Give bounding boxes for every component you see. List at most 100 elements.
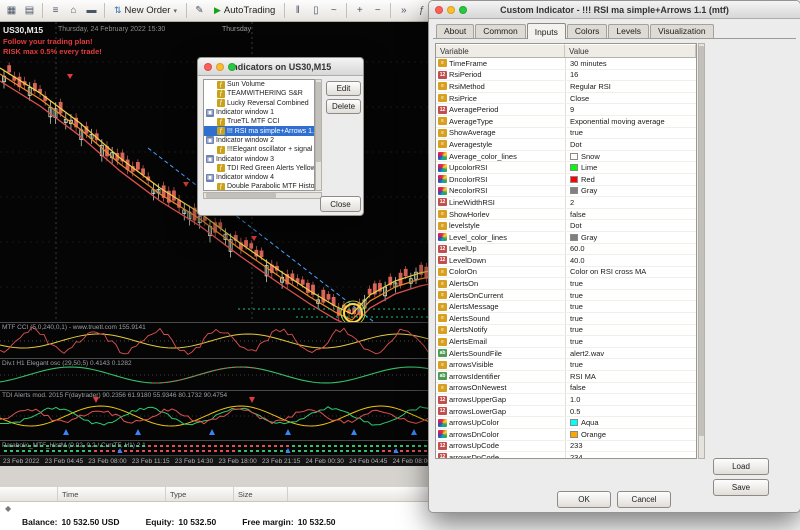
param-value[interactable]: 1.0 [566, 395, 696, 404]
tab-about[interactable]: About [436, 24, 474, 38]
param-value[interactable]: Dot [566, 140, 696, 149]
param-value[interactable]: Orange [566, 430, 696, 439]
param-value[interactable]: Exponential moving average [566, 117, 696, 126]
param-row-rsimethod[interactable]: ≡RsiMethodRegular RSI [436, 81, 696, 93]
indicator-item[interactable]: ▣Indicator window 3 [204, 154, 314, 163]
param-row-alertsoncurrent[interactable]: ≡AlertsOnCurrenttrue [436, 290, 696, 302]
indicator-item[interactable]: ƒTrueTL MTF CCI [204, 117, 314, 126]
column-header-value[interactable]: Value [565, 44, 696, 57]
indicator-item[interactable]: ▣Indicator window 4 [204, 173, 314, 182]
param-value[interactable]: true [566, 128, 696, 137]
param-row-levelstyle[interactable]: ≡levelstyleDot [436, 220, 696, 232]
indicator-item[interactable]: ƒLucky Reversal Combined [204, 99, 314, 108]
param-row-arrowsvisible[interactable]: ≡arrowsVisibletrue [436, 359, 696, 371]
param-row-showaverage[interactable]: ≡ShowAveragetrue [436, 128, 696, 140]
param-value[interactable]: 9 [566, 105, 696, 114]
properties-dialog-titlebar[interactable]: Custom Indicator - !!! RSI ma simple+Arr… [429, 1, 800, 19]
bar-chart-icon[interactable]: ‖ [289, 2, 306, 19]
terminal-column-Size[interactable]: Size [234, 487, 288, 501]
param-row-averagetype[interactable]: ≡AverageTypeExponential moving average [436, 116, 696, 128]
cci-indicator-pane[interactable]: MTF CCI (5,0,240,0,1) - www.truetl.com 1… [0, 322, 434, 358]
param-value[interactable]: Aqua [566, 418, 696, 427]
tab-levels[interactable]: Levels [608, 24, 649, 38]
metaeditor-icon[interactable]: ✎ [191, 2, 208, 19]
navigator-icon[interactable]: ⌂ [65, 2, 82, 19]
param-value[interactable]: Red [566, 175, 696, 184]
param-row-alertsmessage[interactable]: ≡AlertsMessagetrue [436, 301, 696, 313]
close-window-button[interactable] [435, 6, 443, 14]
param-row-alertsnotify[interactable]: ≡AlertsNotifytrue [436, 325, 696, 337]
param-value[interactable]: 233 [566, 441, 696, 450]
param-row-arrowsonnewest[interactable]: ≡arrowsOnNewestfalse [436, 383, 696, 395]
param-value[interactable]: true [566, 291, 696, 300]
edit-button[interactable]: Edit [326, 81, 361, 96]
parabolic-histo-pane[interactable]: Parabolic_MTF_HistM (0.02, 0.2 / CurrTF,… [0, 440, 434, 455]
zoom-out-icon[interactable]: − [369, 2, 386, 19]
param-row-timeframe[interactable]: ≡TimeFrame30 minutes [436, 58, 696, 70]
indicators-list-vscrollbar[interactable] [315, 79, 322, 191]
param-value[interactable]: Dot [566, 221, 696, 230]
load-button[interactable]: Load [713, 458, 769, 475]
param-row-averageperiod[interactable]: 12AveragePeriod9 [436, 104, 696, 116]
auto-scroll-icon[interactable]: » [395, 2, 412, 19]
param-row-showhorlev[interactable]: ≡ShowHorlevfalse [436, 209, 696, 221]
param-row-arrowsdncolor[interactable]: arrowsDnColorOrange [436, 429, 696, 441]
tab-visualization[interactable]: Visualization [650, 24, 714, 38]
param-value[interactable]: true [566, 302, 696, 311]
param-row-arrowsidentifier[interactable]: abarrowsIdentifierRSI MA [436, 371, 696, 383]
param-row-leveldown[interactable]: 12LevelDown40.0 [436, 255, 696, 267]
terminal-column-blank[interactable] [0, 487, 58, 501]
param-row-arrowsdncode[interactable]: 12arrowsDnCode234 [436, 452, 696, 459]
tab-common[interactable]: Common [475, 24, 525, 38]
param-row-coloron[interactable]: ≡ColorOnColor on RSI cross MA [436, 267, 696, 279]
close-button[interactable]: Close [320, 196, 361, 212]
zoom-window-button[interactable] [228, 63, 236, 71]
param-value[interactable]: false [566, 383, 696, 392]
zoom-window-button[interactable] [459, 6, 467, 14]
indicator-item[interactable]: ▣Indicator window 1 [204, 108, 314, 117]
indicator-item[interactable]: ƒDouble Parabolic MTF Histo [204, 182, 314, 191]
param-row-levelup[interactable]: 12LevelUp60.0 [436, 244, 696, 256]
param-row-upcolorrsi[interactable]: UpcolorRSILime [436, 162, 696, 174]
scrollbar-thumb[interactable] [316, 82, 321, 162]
param-row-alertson[interactable]: ≡AlertsOntrue [436, 278, 696, 290]
delete-button[interactable]: Delete [326, 99, 361, 114]
indicator-item[interactable]: ƒTEAMWITHERING S&R [204, 89, 314, 98]
indicator-item[interactable]: ƒTDI Red Green Alerts Yellow mod. 2015.F [204, 164, 314, 173]
tdi-indicator-pane[interactable]: TDI Alerts mod. 2015 F(daytrader) 90.235… [0, 390, 434, 440]
param-value[interactable]: 0.5 [566, 407, 696, 416]
param-row-arrowslowergap[interactable]: 12arrowsLowerGap0.5 [436, 406, 696, 418]
param-row-averagestyle[interactable]: ≡AveragestyleDot [436, 139, 696, 151]
param-value[interactable]: true [566, 325, 696, 334]
param-row-necolorrsi[interactable]: NecolorRSIGray [436, 186, 696, 198]
param-value[interactable]: 40.0 [566, 256, 696, 265]
indicator-item[interactable]: ƒ!!!Elegant oscillator + signal (mtf + a… [204, 145, 314, 154]
chart-profiles-icon[interactable]: ▤ [21, 2, 38, 19]
param-value[interactable]: false [566, 210, 696, 219]
param-row-dncolorrsi[interactable]: DncolorRSIRed [436, 174, 696, 186]
param-value[interactable]: 60.0 [566, 244, 696, 253]
param-value[interactable]: 30 minutes [566, 59, 696, 68]
param-value[interactable]: true [566, 360, 696, 369]
param-value[interactable]: 2 [566, 198, 696, 207]
cancel-button[interactable]: Cancel [617, 491, 671, 508]
param-row-linewidthrsi[interactable]: 12LineWidthRSI2 [436, 197, 696, 209]
param-row-rsiperiod[interactable]: 12RsiPeriod16 [436, 70, 696, 82]
indicators-dialog-titlebar[interactable]: Indicators on US30,M15 [198, 58, 363, 76]
ok-button[interactable]: OK [557, 491, 611, 508]
new-chart-icon[interactable]: ▦ [3, 2, 20, 19]
minimize-window-button[interactable] [447, 6, 455, 14]
param-row-level_color_lines[interactable]: Level_color_linesGray [436, 232, 696, 244]
param-value[interactable]: Gray [566, 233, 696, 242]
param-value[interactable]: RSI MA [566, 372, 696, 381]
param-value[interactable]: true [566, 279, 696, 288]
param-value[interactable]: Close [566, 94, 696, 103]
indicator-item[interactable]: ▣Indicator window 2 [204, 136, 314, 145]
param-value[interactable]: 234 [566, 453, 696, 459]
indicator-item[interactable]: ƒSun Volume [204, 80, 314, 89]
zoom-in-icon[interactable]: + [351, 2, 368, 19]
elegant-oscillator-pane[interactable]: Div.t H1 Elegant osc (29,50,5) 0.4143 0.… [0, 358, 434, 390]
column-header-variable[interactable]: Variable [436, 44, 565, 57]
param-value[interactable]: 16 [566, 70, 696, 79]
param-row-alertsemail[interactable]: ≡AlertsEmailtrue [436, 336, 696, 348]
